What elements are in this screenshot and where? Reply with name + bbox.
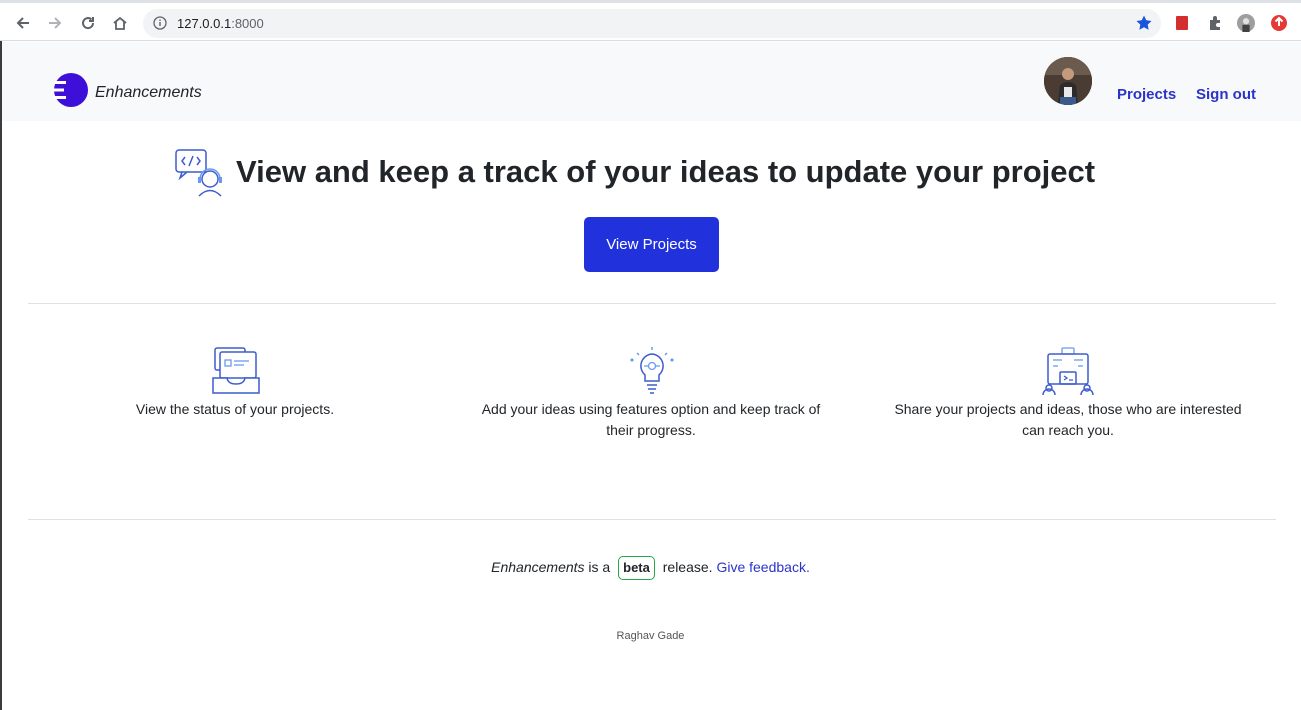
footer-is-a: is a xyxy=(584,559,615,575)
feature-share-line1: Share your projects and ideas, those who… xyxy=(894,401,1242,417)
share-presentation-icon xyxy=(1042,346,1094,401)
window-edge xyxy=(0,41,2,710)
logo-icon[interactable] xyxy=(54,73,88,107)
footer-brand: Enhancements xyxy=(491,559,585,575)
feature-ideas: Add your ideas using features option and… xyxy=(470,399,832,441)
feature-ideas-line2: their progress. xyxy=(606,422,696,438)
feature-share-line2: can reach you. xyxy=(1022,422,1114,438)
beta-notice: Enhancements is a beta release. Give fee… xyxy=(0,556,1301,580)
forward-icon[interactable] xyxy=(44,12,66,34)
reload-icon[interactable] xyxy=(77,12,99,34)
idea-lightbulb-icon xyxy=(627,346,677,401)
extensions-puzzle-icon[interactable] xyxy=(1206,14,1224,32)
feature-ideas-line1: Add your ideas using features option and… xyxy=(481,401,821,417)
divider-top xyxy=(28,303,1276,304)
beta-badge: beta xyxy=(618,556,655,580)
profile-avatar-icon[interactable] xyxy=(1237,14,1255,32)
site-info-icon[interactable] xyxy=(153,16,167,35)
give-feedback-link[interactable]: Give feedback. xyxy=(716,559,809,575)
feature-share: Share your projects and ideas, those who… xyxy=(880,399,1256,441)
footer-release: release. xyxy=(658,559,717,575)
home-icon[interactable] xyxy=(109,12,131,34)
bookmark-star-icon[interactable] xyxy=(1135,14,1153,37)
developer-support-icon xyxy=(175,149,227,202)
author-credit: Raghav Gade xyxy=(616,630,685,642)
brand-name[interactable]: Enhancements xyxy=(95,84,202,102)
hero-title: View and keep a track of your ideas to u… xyxy=(236,154,1096,189)
nav-sign-out-link[interactable]: Sign out xyxy=(1196,86,1256,103)
site-header: Enhancements Projects Sign out xyxy=(2,42,1301,121)
feature-status: View the status of your projects. xyxy=(100,399,370,420)
feature-status-text: View the status of your projects. xyxy=(135,401,335,417)
address-bar[interactable]: 127.0.0.1:8000 xyxy=(143,9,1161,38)
divider-bottom xyxy=(28,519,1276,520)
nav-projects-link[interactable]: Projects xyxy=(1117,86,1176,103)
update-menu-icon[interactable] xyxy=(1270,14,1288,32)
back-icon[interactable] xyxy=(12,12,34,34)
bookmark-extension-icon[interactable] xyxy=(1173,14,1191,32)
user-avatar[interactable] xyxy=(1044,57,1092,105)
view-projects-button[interactable]: View Projects xyxy=(584,217,719,272)
project-status-icon xyxy=(211,346,261,401)
url-text: 127.0.0.1:8000 xyxy=(177,16,264,31)
browser-toolbar: 127.0.0.1:8000 xyxy=(0,0,1301,41)
